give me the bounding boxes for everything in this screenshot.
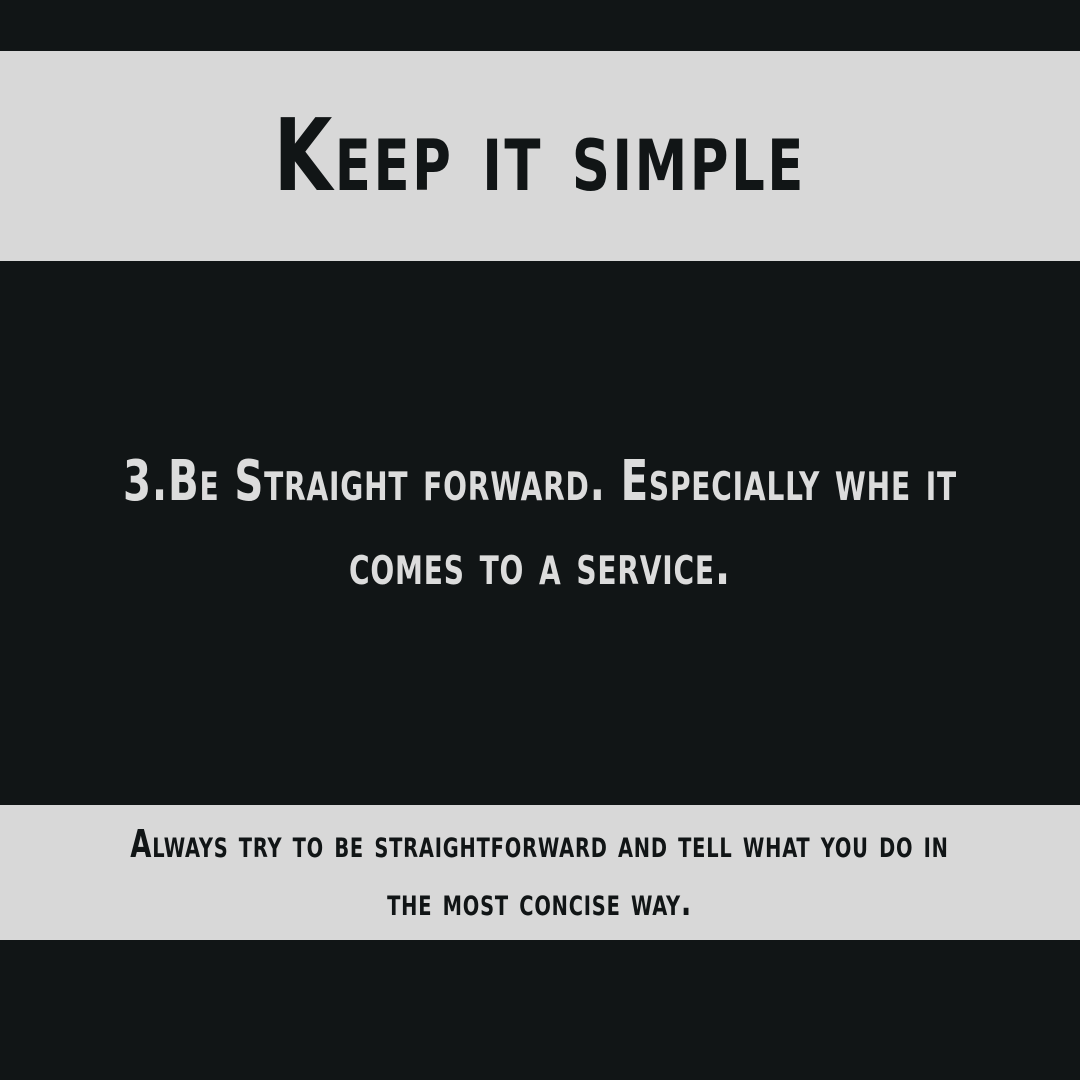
note-band: Always try to be straightforward and tel… bbox=[0, 805, 1080, 940]
slide-title: Keep it simple bbox=[273, 97, 807, 214]
main-point-text: 3.Be Straight forward. Especially whe it… bbox=[0, 440, 1080, 608]
note-line-2: the most concise way. bbox=[387, 879, 693, 924]
slide-canvas: Keep it simple 3.Be Straight forward. Es… bbox=[0, 0, 1080, 1080]
note-line-1: Always try to be straightforward and tel… bbox=[130, 821, 950, 866]
title-band: Keep it simple bbox=[0, 51, 1080, 261]
main-point-line-2: comes to a service. bbox=[348, 533, 732, 598]
main-point-line-1: 3.Be Straight forward. Especially whe it bbox=[123, 449, 957, 514]
